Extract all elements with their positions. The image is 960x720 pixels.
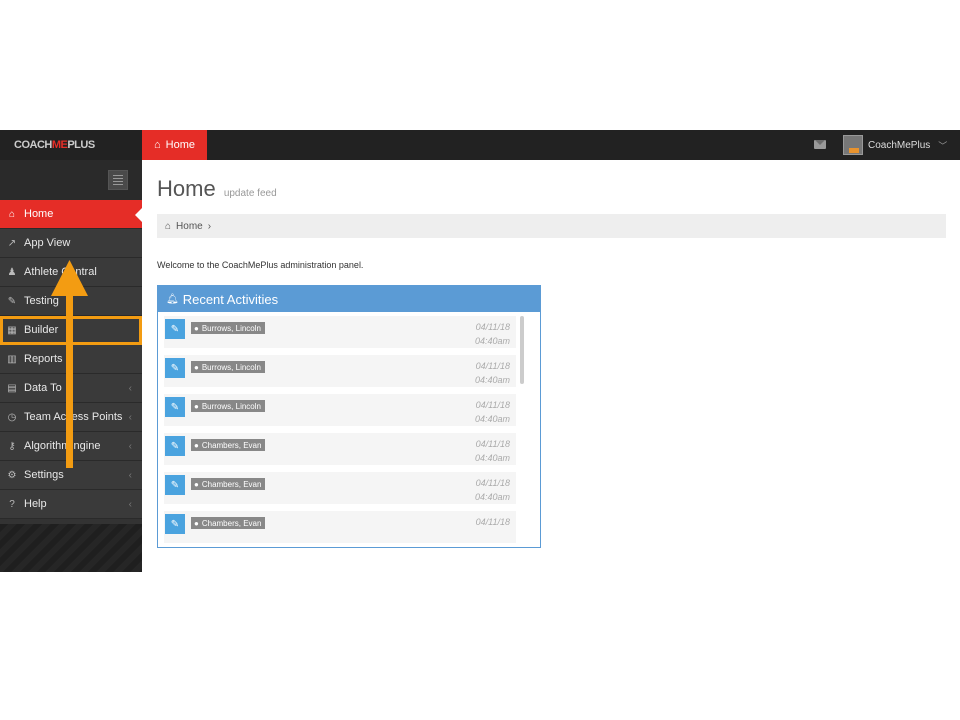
breadcrumb: ⌂ Home › [157,214,946,238]
activity-time: 04:40am [474,414,510,424]
user-icon: ● [194,362,199,372]
activity-date: 04/11/18 [475,439,510,449]
list-item: ✎ ● Chambers, Evan 04/11/18 04:40am [164,433,516,465]
external-link-icon: ↗ [7,237,17,249]
activity-date: 04/11/18 [475,361,510,371]
athlete-badge[interactable]: ● Burrows, Lincoln [191,361,265,373]
gears-icon: ⚙ [7,469,17,481]
key-icon: ⚷ [8,440,16,452]
avatar [843,135,863,155]
activity-time: 04:40am [474,492,510,502]
table-icon: ▤ [7,382,17,394]
home-tab[interactable]: ⌂ Home [142,130,207,166]
pencil-icon[interactable]: ✎ [165,397,185,417]
recent-activities-panel: 🔔︎ Recent Activities ✎ ● Burrows, Lincoln 0… [157,285,541,548]
athlete-badge[interactable]: ● Chambers, Evan [191,517,266,529]
pencil-icon[interactable]: ✎ [165,358,185,378]
username: CoachMePlus [868,139,931,151]
home-tab-label: Home [165,139,195,151]
user-icon: ● [194,401,199,411]
athlete-name: Burrows, Lincoln [201,401,261,411]
activity-date: 04/11/18 [475,400,510,410]
bar-chart-icon: ▥ [7,353,17,365]
athlete-name: Chambers, Evan [201,440,262,450]
user-icon: ● [194,479,199,489]
panel-header: 🔔︎ Recent Activities [158,286,540,312]
home-icon: ⌂ [154,139,161,151]
sidebar-item-help[interactable]: ? Help ‹ [0,490,142,519]
chevron-right-icon: › [207,220,212,232]
edit-icon: ✎ [7,295,17,307]
pencil-icon[interactable]: ✎ [165,436,185,456]
sidebar-item-label: Help [24,498,47,510]
users-icon: ♟ [7,266,17,278]
clock-icon: ◷ [7,411,17,423]
pencil-icon[interactable]: ✎ [165,319,185,339]
list-item: ✎ ● Chambers, Evan 04/11/18 [164,511,516,543]
welcome-text: Welcome to the CoachMePlus administratio… [157,260,364,270]
page-title: Home update feed [157,176,277,201]
activity-date: 04/11/18 [475,478,510,488]
user-icon: ● [194,323,199,333]
athlete-name: Burrows, Lincoln [201,323,261,333]
athlete-badge[interactable]: ● Burrows, Lincoln [191,322,265,334]
sidebar-item-home[interactable]: ⌂ Home [0,200,142,229]
athlete-name: Chambers, Evan [201,518,262,528]
annotation-arrow [51,260,88,468]
page-subtitle: update feed [223,188,277,199]
calendar-icon: ▦ [7,324,17,336]
chevron-left-icon: ‹ [128,469,132,481]
breadcrumb-home[interactable]: Home [176,221,203,232]
home-icon: ⌂ [8,208,16,220]
athlete-name: Burrows, Lincoln [201,362,261,372]
menu-toggle-icon[interactable] [108,170,128,190]
user-icon: ● [194,440,199,450]
sidebar-item-label: Home [24,208,54,220]
bell-icon: 🔔︎ [166,293,179,305]
chevron-left-icon: ‹ [128,411,132,423]
top-bar: COACH ME PLUS ⌂ Home CoachMePlus ﹀ [0,130,960,166]
mail-icon[interactable] [814,140,826,149]
chevron-left-icon: ‹ [128,498,132,510]
activity-date: 04/11/18 [475,517,510,527]
user-icon: ● [194,518,199,528]
athlete-badge[interactable]: ● Chambers, Evan [191,478,266,490]
panel-title: Recent Activities [182,291,279,307]
athlete-badge[interactable]: ● Burrows, Lincoln [191,400,265,412]
chevron-left-icon: ‹ [128,382,132,394]
user-menu[interactable]: CoachMePlus ﹀ [843,134,947,156]
question-icon: ? [9,498,15,510]
activity-time: 04:40am [474,375,510,385]
pencil-icon[interactable]: ✎ [165,514,185,534]
list-item: ✎ ● Burrows, Lincoln 04/11/18 04:40am [164,394,516,426]
brand-logo[interactable]: COACH ME PLUS [0,130,142,160]
sidebar-item-label: App View [24,237,71,249]
activity-time: 04:40am [474,336,510,346]
main-content: Home update feed ⌂ Home › Welcome to the… [142,160,960,572]
pencil-icon[interactable]: ✎ [165,475,185,495]
chevron-down-icon: ﹀ [938,140,948,151]
activity-list[interactable]: ✎ ● Burrows, Lincoln 04/11/18 04:40am ✎ ● Burro… [158,312,540,547]
list-item: ✎ ● Burrows, Lincoln 04/11/18 04:40am [164,316,516,348]
sidebar-item-label: Settings [24,469,64,481]
scrollbar[interactable] [520,316,524,384]
app-window: COACH ME PLUS ⌂ Home CoachMePlus ﹀ ⌂ Home ↗ A… [0,130,960,572]
sidebar-item-app-view[interactable]: ↗ App View [0,229,142,258]
athlete-name: Chambers, Evan [201,479,262,489]
sidebar-header [0,160,142,200]
chevron-left-icon: ‹ [128,440,132,452]
athlete-badge[interactable]: ● Chambers, Evan [191,439,266,451]
activity-date: 04/11/18 [475,322,510,332]
list-item: ✎ ● Burrows, Lincoln 04/11/18 04:40am [164,355,516,387]
home-icon: ⌂ [165,220,172,232]
list-item: ✎ ● Chambers, Evan 04/11/18 04:40am [164,472,516,504]
sidebar-footer [0,524,142,572]
activity-time: 04:40am [474,453,510,463]
